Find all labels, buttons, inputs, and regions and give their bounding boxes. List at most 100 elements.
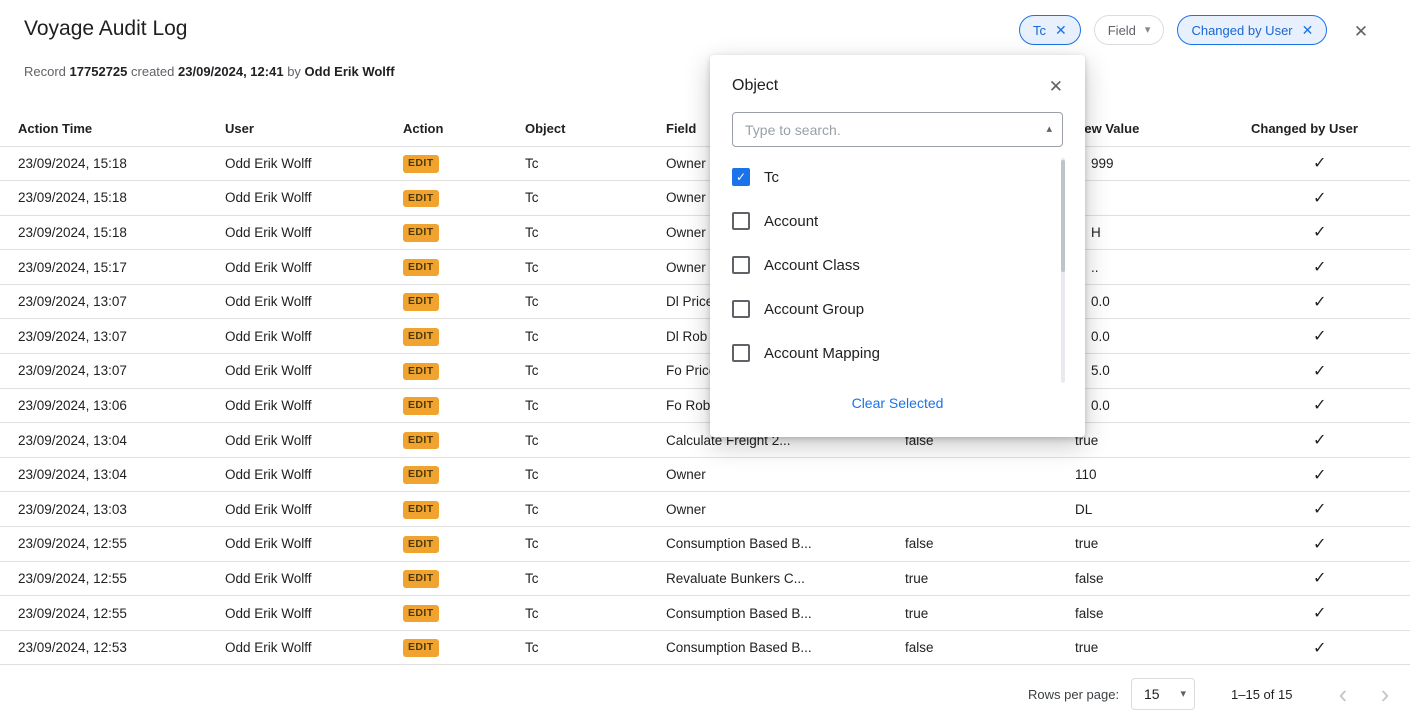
action-badge: EDIT xyxy=(403,363,439,381)
cell-action: EDIT xyxy=(403,457,525,492)
cell-object: Tc xyxy=(525,630,666,665)
cell-user: Odd Erik Wolff xyxy=(225,284,403,319)
checkbox[interactable] xyxy=(732,300,750,318)
close-icon[interactable]: ✕ xyxy=(1350,21,1372,43)
cell-action-time: 23/09/2024, 12:55 xyxy=(0,527,225,562)
scrollbar-thumb[interactable] xyxy=(1061,160,1065,272)
table-row[interactable]: 23/09/2024, 12:55 Odd Erik Wolff EDIT Tc… xyxy=(0,561,1410,596)
action-badge: EDIT xyxy=(403,570,439,588)
dialog-scrollbar[interactable] xyxy=(1061,158,1065,383)
cell-changed-by-user: ✓ xyxy=(1251,423,1410,458)
cell-old-value: true xyxy=(905,561,1075,596)
cell-new-value: false xyxy=(1075,561,1251,596)
col-new-value: New Value xyxy=(1075,111,1251,146)
object-search-box[interactable]: ▴ xyxy=(732,112,1063,147)
table-row[interactable]: 23/09/2024, 15:18 Odd Erik Wolff EDIT Tc… xyxy=(0,215,1410,250)
cell-field: Consumption Based B... xyxy=(666,630,905,665)
cell-object: Tc xyxy=(525,423,666,458)
table-row[interactable]: 23/09/2024, 12:55 Odd Erik Wolff EDIT Tc… xyxy=(0,596,1410,631)
table-row[interactable]: 23/09/2024, 13:06 Odd Erik Wolff EDIT Tc… xyxy=(0,388,1410,423)
remove-filter-icon[interactable]: ✕ xyxy=(1055,23,1067,37)
cell-field: Owner xyxy=(666,457,905,492)
dialog-title: Object xyxy=(732,77,778,95)
table-row[interactable]: 23/09/2024, 15:18 Odd Erik Wolff EDIT Tc… xyxy=(0,181,1410,216)
object-option[interactable]: Account Mapping xyxy=(732,331,1063,375)
filter-chip-tc[interactable]: Tc ✕ xyxy=(1019,15,1081,45)
table-row[interactable]: 23/09/2024, 13:07 Odd Erik Wolff EDIT Tc… xyxy=(0,354,1410,389)
previous-page-button[interactable]: ‹ xyxy=(1331,678,1355,710)
object-option[interactable]: Account xyxy=(732,199,1063,243)
object-option[interactable]: Account Group xyxy=(732,287,1063,331)
cell-user: Odd Erik Wolff xyxy=(225,596,403,631)
cell-changed-by-user: ✓ xyxy=(1251,146,1410,181)
object-option-label: Account Class xyxy=(764,257,860,274)
table-row[interactable]: 23/09/2024, 13:03 Odd Erik Wolff EDIT Tc… xyxy=(0,492,1410,527)
filter-chip-changed-by-user[interactable]: Changed by User ✕ xyxy=(1177,15,1327,45)
cell-user: Odd Erik Wolff xyxy=(225,319,403,354)
table-row[interactable]: 23/09/2024, 13:04 Odd Erik Wolff EDIT Tc… xyxy=(0,457,1410,492)
filter-chip-changed-by-user-label: Changed by User xyxy=(1191,23,1292,38)
cell-changed-by-user: ✓ xyxy=(1251,354,1410,389)
cell-action-time: 23/09/2024, 13:07 xyxy=(0,354,225,389)
cell-changed-by-user: ✓ xyxy=(1251,561,1410,596)
next-page-button[interactable]: › xyxy=(1373,678,1397,710)
cell-changed-by-user: ✓ xyxy=(1251,250,1410,285)
cell-action-time: 23/09/2024, 15:18 xyxy=(0,146,225,181)
cell-new-value: H xyxy=(1075,215,1251,250)
cell-new-value: DL xyxy=(1075,492,1251,527)
object-option[interactable]: Account Class xyxy=(732,243,1063,287)
clear-selected-link[interactable]: Clear Selected xyxy=(732,395,1063,411)
cell-field: Consumption Based B... xyxy=(666,527,905,562)
action-badge: EDIT xyxy=(403,397,439,415)
checkbox[interactable]: ✓ xyxy=(732,168,750,186)
action-badge: EDIT xyxy=(403,293,439,311)
action-badge: EDIT xyxy=(403,155,439,173)
cell-action: EDIT xyxy=(403,596,525,631)
table-row[interactable]: 23/09/2024, 12:55 Odd Erik Wolff EDIT Tc… xyxy=(0,527,1410,562)
filter-chip-field[interactable]: Field ▾ xyxy=(1094,15,1165,45)
object-option[interactable]: ✓ Tc xyxy=(732,155,1063,199)
cell-old-value xyxy=(905,492,1075,527)
check-icon: ✓ xyxy=(1313,395,1326,415)
object-option-list: ✓ Tc Account Account Class Account Group… xyxy=(732,155,1063,375)
cell-field: Revaluate Bunkers C... xyxy=(666,561,905,596)
cell-new-value: 0.0 xyxy=(1075,319,1251,354)
cell-user: Odd Erik Wolff xyxy=(225,457,403,492)
object-search-input[interactable] xyxy=(745,122,1046,138)
object-option-label: Account Mapping xyxy=(764,345,880,362)
cell-old-value xyxy=(905,457,1075,492)
action-badge: EDIT xyxy=(403,328,439,346)
cell-action: EDIT xyxy=(403,630,525,665)
pagination-range: 1–15 of 15 xyxy=(1231,687,1292,702)
check-icon: ✓ xyxy=(1313,361,1326,381)
check-icon: ✓ xyxy=(1313,430,1326,450)
remove-filter-icon[interactable]: ✕ xyxy=(1302,23,1314,37)
rows-per-page-select[interactable]: 15 ▾ xyxy=(1131,678,1195,710)
checkbox[interactable] xyxy=(732,212,750,230)
cell-changed-by-user: ✓ xyxy=(1251,457,1410,492)
by-label: by xyxy=(287,64,301,79)
object-option-label: Account xyxy=(764,213,818,230)
cell-action: EDIT xyxy=(403,527,525,562)
check-icon: ✓ xyxy=(1313,188,1326,208)
cell-field: Consumption Based B... xyxy=(666,596,905,631)
record-id: 17752725 xyxy=(70,64,128,79)
table-row[interactable]: 23/09/2024, 15:18 Odd Erik Wolff EDIT Tc… xyxy=(0,146,1410,181)
chevron-up-icon[interactable]: ▴ xyxy=(1046,124,1052,135)
checkbox[interactable] xyxy=(732,256,750,274)
cell-changed-by-user: ✓ xyxy=(1251,596,1410,631)
table-row[interactable]: 23/09/2024, 15:17 Odd Erik Wolff EDIT Tc… xyxy=(0,250,1410,285)
table-row[interactable]: 23/09/2024, 13:07 Odd Erik Wolff EDIT Tc… xyxy=(0,319,1410,354)
cell-object: Tc xyxy=(525,284,666,319)
dialog-close-icon[interactable]: ✕ xyxy=(1049,78,1063,95)
table-row[interactable]: 23/09/2024, 13:04 Odd Erik Wolff EDIT Tc… xyxy=(0,423,1410,458)
checkbox[interactable] xyxy=(732,344,750,362)
cell-action-time: 23/09/2024, 12:55 xyxy=(0,561,225,596)
chevron-down-icon: ▾ xyxy=(1145,25,1151,36)
cell-new-value: true xyxy=(1075,630,1251,665)
table-row[interactable]: 23/09/2024, 12:53 Odd Erik Wolff EDIT Tc… xyxy=(0,630,1410,665)
created-label: created xyxy=(131,64,174,79)
table-row[interactable]: 23/09/2024, 13:07 Odd Erik Wolff EDIT Tc… xyxy=(0,284,1410,319)
check-icon: ✓ xyxy=(1313,534,1326,554)
cell-user: Odd Erik Wolff xyxy=(225,215,403,250)
